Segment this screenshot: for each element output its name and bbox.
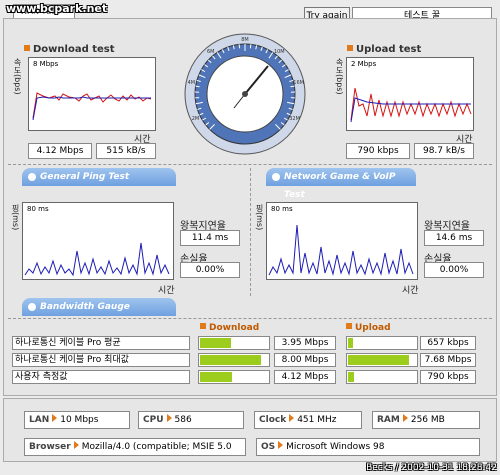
- download-bar-value: 4.12 Mbps: [274, 370, 336, 384]
- gauge-tick: [290, 85, 295, 88]
- upload-bar-value: 657 kbps: [420, 336, 476, 350]
- gauge-tick-label: 8M: [241, 37, 249, 43]
- timestamp-stamp: Becks / 2002-10-31 18:28:42: [366, 463, 497, 473]
- gauge-tick-label: 10M: [274, 49, 285, 55]
- upload-bar: [346, 370, 418, 384]
- gauge-tick-label: 4M: [188, 80, 196, 86]
- game-ylabel: 핑(ms): [255, 204, 264, 231]
- download-title: Download test: [24, 44, 115, 55]
- lan-info: LAN 10 Mbps: [24, 411, 130, 429]
- download-bar: [198, 370, 270, 384]
- download-plot: 8 Mbps: [28, 57, 156, 131]
- site-watermark: www.bcpark.net: [6, 2, 108, 15]
- upload-rate-bps: 790 kbps: [346, 143, 410, 159]
- upload-bar-value: 790 kbps: [420, 370, 476, 384]
- game-xlabel: 시간: [402, 286, 419, 296]
- divider-top: [8, 164, 492, 165]
- game-plot: 80 ms: [266, 202, 418, 280]
- download-bar: [198, 336, 270, 350]
- speedometer-gauge: 2M 4M 6M 8M 10M 16M 32M: [184, 33, 306, 155]
- ping-loss-value: 0.00%: [180, 262, 240, 278]
- ping-banner: General Ping Test: [22, 168, 176, 186]
- upload-rate-Bps: 98.7 kB/s: [414, 143, 474, 159]
- clock-info: Clock 451 MHz: [254, 411, 362, 429]
- gauge-tick: [195, 85, 200, 88]
- wan-test-window: WAN TEST www.bcpark.net Try again 테스트 꿀 …: [0, 0, 500, 475]
- download-bar-value: 8.00 Mbps: [274, 353, 336, 367]
- download-bar: [198, 353, 270, 367]
- os-info: OS Microsoft Windows 98: [256, 438, 480, 456]
- gauge-tick-label: 2M: [192, 116, 200, 122]
- browser-info: Browser Mozilla/4.0 (compatible; MSIE 5.0: [24, 438, 246, 456]
- download-rate-Bps: 515 kB/s: [96, 143, 156, 159]
- download-bar-fill: [200, 338, 231, 348]
- gauge-row-label: 하나로통신 케이블 Pro 최대값: [12, 353, 190, 367]
- upload-bar: [346, 353, 418, 367]
- download-ylabel: 속도(bps): [13, 58, 22, 95]
- divider-gauge: [8, 318, 492, 319]
- game-loss-value: 0.00%: [424, 262, 484, 278]
- ping-xlabel: 시간: [158, 286, 175, 296]
- upload-ylabel: 속도(bps): [335, 58, 344, 95]
- ram-info: RAM 256 MB: [372, 411, 480, 429]
- ping-ylabel: 핑(ms): [11, 204, 20, 231]
- upload-plot: 2 Mbps: [346, 57, 474, 131]
- upload-bar-value: 7.68 Mbps: [420, 353, 476, 367]
- upload-title: Upload test: [347, 44, 421, 55]
- upload-bar-fill: [348, 338, 353, 348]
- gauge-tick-label: 6M: [207, 49, 215, 55]
- ping-plot: 80 ms: [22, 202, 174, 280]
- download-bar-fill: [200, 355, 261, 365]
- cpu-info: CPU 586: [138, 411, 244, 429]
- bandwidth-banner: Bandwidth Gauge: [22, 298, 176, 316]
- gauge-upload-header: Upload: [346, 323, 391, 333]
- gauge-tick-label: 16M: [293, 80, 304, 86]
- gauge-tick-label: 32M: [289, 116, 300, 122]
- upload-bar: [346, 336, 418, 350]
- upload-bar-fill: [348, 355, 409, 365]
- ping-rtt-value: 11.4 ms: [180, 230, 240, 246]
- divider-vertical: [250, 168, 251, 296]
- game-banner: Network Game & VoIP Test: [266, 168, 416, 200]
- gauge-row-label: 하나로통신 케이블 Pro 평균: [12, 336, 190, 350]
- gauge-row-label: 사용자 측정값: [12, 370, 190, 384]
- download-bar-value: 3.95 Mbps: [274, 336, 336, 350]
- download-rate-bps: 4.12 Mbps: [28, 143, 92, 159]
- gauge-download-header: Download: [200, 323, 259, 333]
- upload-bar-fill: [348, 372, 354, 382]
- game-rtt-value: 14.6 ms: [424, 230, 484, 246]
- download-bar-fill: [200, 372, 232, 382]
